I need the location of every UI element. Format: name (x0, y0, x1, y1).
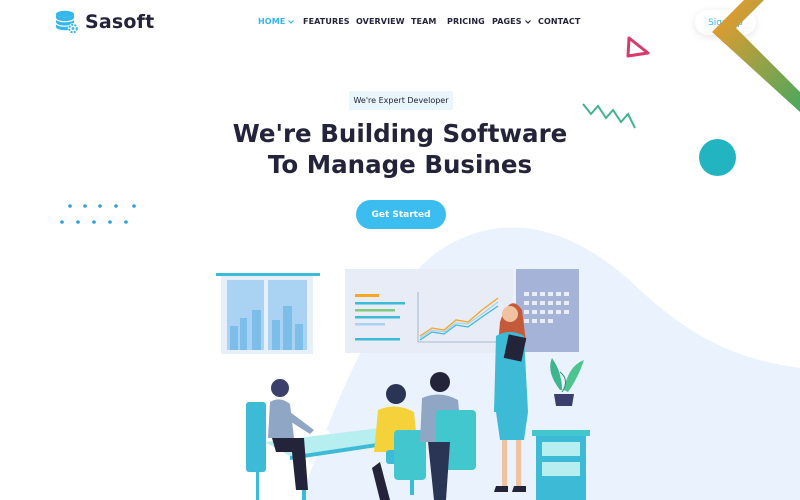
seated-man-blue-illustration (420, 372, 476, 500)
orange-green-chevron-decoration (712, 0, 800, 112)
get-started-button[interactable]: Get Started (356, 200, 446, 229)
brand-name: Sasoft (85, 11, 155, 33)
triangle-outline-decoration (626, 36, 650, 58)
nav-item-team[interactable]: TEAM (411, 17, 447, 26)
nav-item-label: TEAM (411, 17, 437, 26)
nav-item-home[interactable]: HOME (258, 17, 303, 26)
main-nav: HOME FEATURES OVERVIEW TEAM PRICING PAGE… (258, 17, 588, 26)
seated-man-yellow-illustration (372, 384, 426, 500)
nav-item-label: PAGES (492, 17, 522, 26)
nav-item-label: HOME (258, 17, 286, 26)
whiteboard-chart-illustration (345, 269, 513, 353)
nav-item-features[interactable]: FEATURES (303, 17, 356, 26)
nav-item-contact[interactable]: CONTACT (538, 17, 588, 26)
nav-item-label: FEATURES (303, 17, 350, 26)
chevron-down-icon (288, 19, 295, 24)
teal-circle-decoration (699, 139, 736, 176)
nav-item-pricing[interactable]: PRICING (447, 17, 492, 26)
window-illustration (216, 273, 320, 354)
hero-badge: We're Expert Developer (349, 91, 453, 110)
chevron-down-icon (524, 19, 531, 24)
dots-pattern-decoration (60, 204, 136, 224)
database-gear-icon (55, 10, 79, 34)
hero-title-line-2: To Manage Busines (267, 150, 533, 179)
brand-logo[interactable]: Sasoft (54, 9, 154, 35)
seated-woman-illustration (246, 379, 314, 500)
nav-item-overview[interactable]: OVERVIEW (356, 17, 411, 26)
hero-title-line-1: We're Building Software (232, 119, 568, 148)
nav-item-label: PRICING (447, 17, 485, 26)
plant-cabinet-illustration (532, 358, 590, 500)
office-meeting-illustration (216, 269, 590, 500)
nav-item-label: OVERVIEW (356, 17, 405, 26)
nav-item-label: CONTACT (538, 17, 581, 26)
hero-title: We're Building Software To Manage Busine… (200, 118, 600, 180)
nav-item-pages[interactable]: PAGES (492, 17, 538, 26)
